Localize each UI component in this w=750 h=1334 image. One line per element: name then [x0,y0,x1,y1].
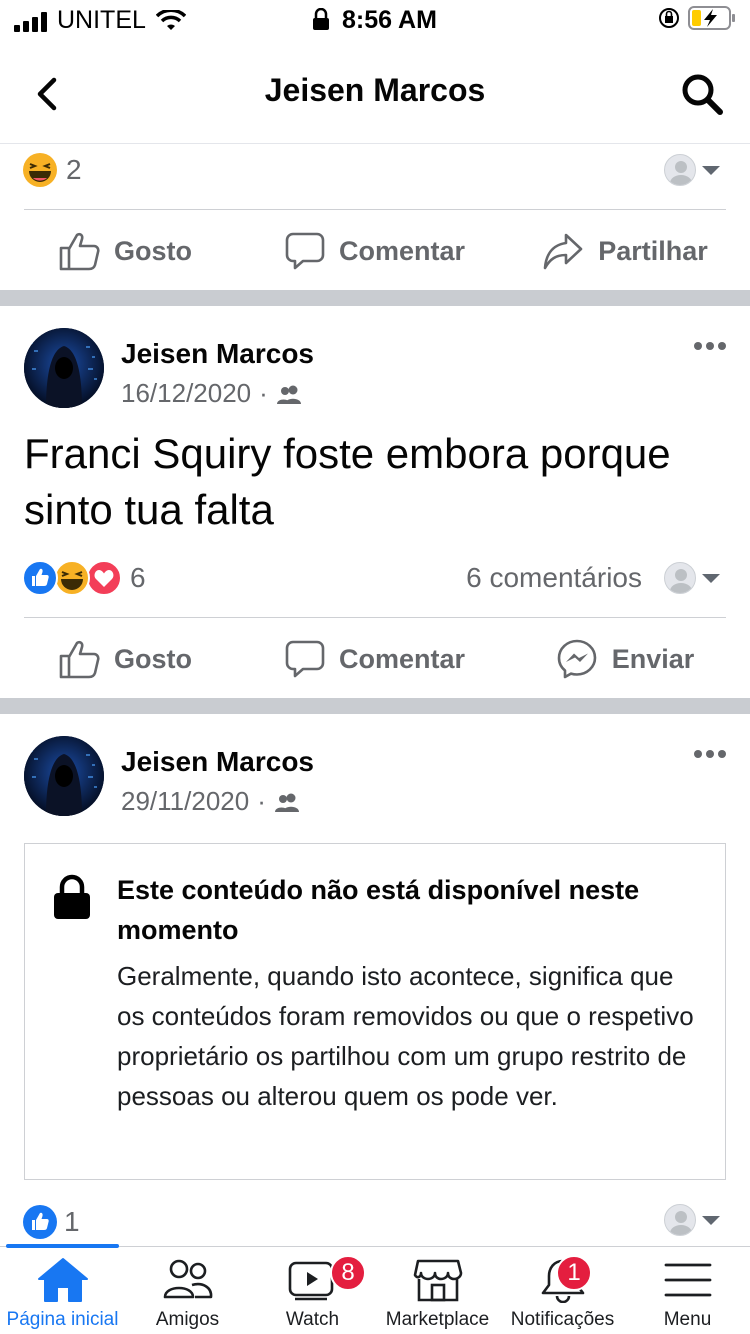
reaction-count: 2 [66,154,82,185]
rotation-lock-icon [659,8,679,28]
friends-icon [163,1259,212,1299]
reaction-audience-selector[interactable] [664,154,720,186]
post-date[interactable]: 29/11/2020 [121,786,249,817]
like-label: Gosto [114,235,192,266]
battery-icon [688,6,735,30]
meta-dot: · [257,786,266,816]
caret-down-icon [702,165,720,175]
thumbs-up-icon [59,232,100,271]
messenger-icon [557,639,597,679]
marketplace-store-icon [413,1259,462,1302]
search-icon[interactable] [680,72,724,116]
unavailable-title: Este conteúdo não está disponível neste … [117,875,640,945]
share-button[interactable]: Partilhar [500,211,750,291]
caret-down-icon [702,1215,720,1225]
post-text: Franci Squiry foste embora porque sinto … [24,430,671,533]
prev-post-actions: Gosto Comentar Partilhar [0,211,750,291]
tab-label: Watch [285,1309,340,1330]
unavailable-body: Geralmente, quando isto acontece, signif… [117,961,694,1111]
tab-label: Menu [663,1309,712,1330]
thumbs-up-icon [59,640,100,679]
user-avatar-icon [664,1204,696,1236]
like-label: Gosto [114,643,192,674]
profile-avatar[interactable] [24,736,104,816]
tab-label: Notificações [510,1309,615,1330]
hamburger-menu-icon [664,1263,711,1297]
tab-menu[interactable]: Menu [625,1247,750,1334]
post-header: Jeisen Marcos 16/12/2020 · [24,328,726,412]
bottom-tab-bar: Página inicial Amigos 8 Watch Marketplac… [0,1244,750,1334]
share-label: Partilhar [598,235,708,266]
lock-status-icon [313,8,330,30]
more-options-icon[interactable] [694,342,726,350]
friends-privacy-icon [276,385,301,404]
meta-dot: · [259,378,268,408]
prev-post-reaction-row: 2 [0,152,750,192]
lock-icon [54,874,90,919]
tab-marketplace[interactable]: Marketplace [375,1247,500,1334]
hooded-figure-image [24,328,104,408]
post-reaction-row: 1 [0,1204,750,1240]
top-navigation-bar: Jeisen Marcos [0,44,750,144]
haha-reaction-icon [54,560,90,596]
tab-friends[interactable]: Amigos [125,1247,250,1334]
caret-down-icon [702,573,720,583]
post-header: Jeisen Marcos 29/11/2020 · [24,736,726,820]
hooded-figure-image [24,736,104,816]
watch-badge: 8 [330,1255,366,1291]
comment-label: Comentar [338,235,466,266]
comment-bubble-icon [285,640,325,678]
page-title: Jeisen Marcos [264,72,486,108]
feed-separator [0,290,750,306]
divider [24,617,726,618]
post-reaction-row: 6 6 comentários [0,560,750,600]
reaction-audience-selector[interactable] [664,562,720,594]
love-reaction-icon [86,560,122,596]
reaction-summary[interactable]: 1 [22,1204,80,1240]
like-reaction-icon [23,1205,57,1239]
send-button[interactable]: Enviar [500,619,750,699]
post-author-name[interactable]: Jeisen Marcos [121,338,314,370]
friends-privacy-icon [274,793,299,812]
like-reaction-icon [22,560,58,596]
comment-button[interactable]: Comentar [250,211,500,291]
notifications-badge: 1 [556,1255,592,1291]
feed-separator [0,698,750,714]
haha-reaction-icon [23,153,57,187]
user-avatar-icon [664,154,696,186]
tab-label: Página inicial [6,1309,119,1330]
content-unavailable-card: Este conteúdo não está disponível neste … [24,843,726,1180]
tab-label: Marketplace [385,1309,490,1330]
post-meta: 16/12/2020 · [121,378,302,409]
reaction-summary[interactable]: 2 [22,152,82,188]
reaction-count: 1 [64,1206,80,1237]
reaction-summary[interactable]: 6 [22,560,146,596]
share-arrow-icon [543,233,583,270]
user-avatar-icon [664,562,696,594]
tab-home[interactable]: Página inicial [0,1247,125,1334]
more-options-icon[interactable] [694,750,726,758]
comment-button[interactable]: Comentar [250,619,500,699]
send-label: Enviar [611,643,695,674]
post-meta: 29/11/2020 · [121,786,300,817]
clock: 8:56 AM [342,6,437,34]
post-author-name[interactable]: Jeisen Marcos [121,746,314,778]
home-icon [37,1258,88,1302]
tab-watch[interactable]: 8 Watch [250,1247,375,1334]
comment-count[interactable]: 6 comentários [466,562,642,594]
tab-label: Amigos [155,1309,220,1330]
tab-notifications[interactable]: 1 Notificações [500,1247,625,1334]
comment-label: Comentar [338,643,466,674]
reaction-count: 6 [130,562,146,593]
status-bar: UNITEL 8:56 AM [0,0,750,44]
like-button[interactable]: Gosto [0,211,250,291]
divider [24,209,726,210]
post-actions: Gosto Comentar Enviar [0,619,750,699]
reaction-audience-selector[interactable] [664,1204,720,1236]
profile-avatar[interactable] [24,328,104,408]
comment-bubble-icon [285,232,325,270]
post-date[interactable]: 16/12/2020 [121,378,251,409]
like-button[interactable]: Gosto [0,619,250,699]
